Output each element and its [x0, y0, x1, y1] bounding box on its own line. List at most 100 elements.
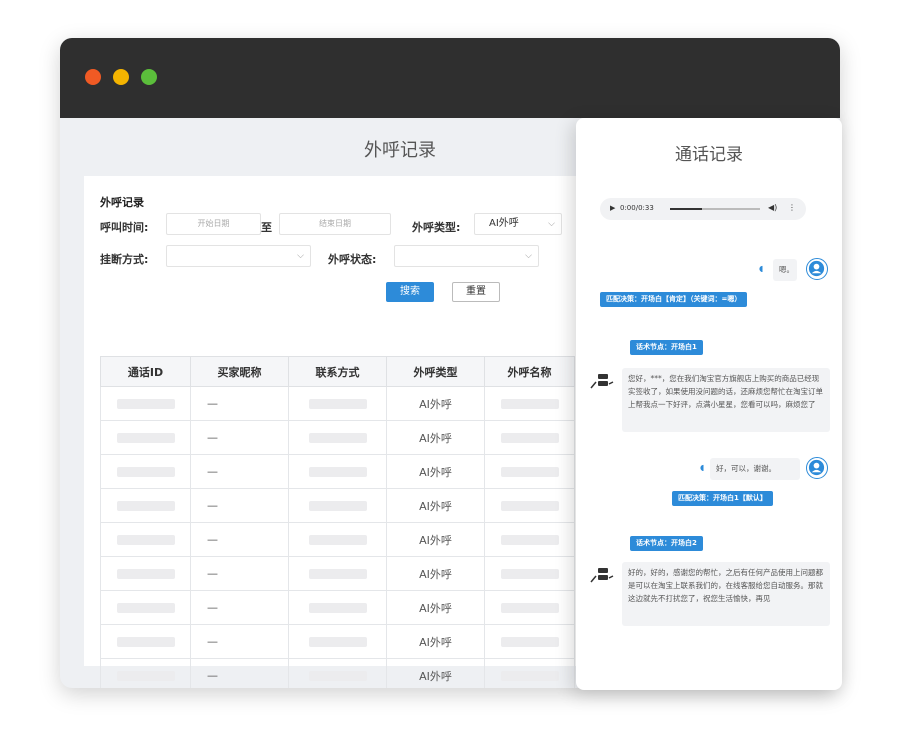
cell-call-name	[484, 624, 575, 659]
call-type-select[interactable]: AI外呼 ⌵	[474, 213, 562, 235]
cell-call-type: AI外呼	[386, 590, 485, 625]
range-separator: 至	[261, 221, 272, 234]
cell-call-name	[484, 556, 575, 591]
audio-progress-fill	[670, 208, 702, 210]
play-icon[interactable]: ▶	[610, 204, 615, 212]
cell-call-id	[100, 658, 191, 688]
cell-call-name	[484, 386, 575, 421]
end-date-placeholder: 结束日期	[319, 219, 351, 228]
column-header-contact[interactable]: 联系方式	[288, 356, 387, 387]
cell-buyer-nickname: —	[190, 420, 289, 455]
table-row[interactable]: — AI外呼	[100, 556, 575, 591]
cell-contact	[288, 590, 387, 625]
close-window-button[interactable]	[85, 69, 101, 85]
cell-call-name	[484, 590, 575, 625]
cell-contact	[288, 386, 387, 421]
table-row[interactable]: — AI外呼	[100, 590, 575, 625]
cell-call-type: AI外呼	[386, 658, 485, 688]
column-header-call-name[interactable]: 外呼名称	[484, 356, 575, 387]
cell-call-type: AI外呼	[386, 454, 485, 489]
cell-contact	[288, 624, 387, 659]
cell-call-id	[100, 522, 191, 557]
hangup-method-label: 挂断方式:	[100, 253, 149, 266]
table-row[interactable]: — AI外呼	[100, 488, 575, 523]
search-button[interactable]: 搜索	[386, 282, 434, 302]
cell-buyer-nickname: —	[190, 454, 289, 489]
cell-call-id	[100, 556, 191, 591]
cell-call-type: AI外呼	[386, 556, 485, 591]
cell-buyer-nickname: —	[190, 556, 289, 591]
audio-time: 0:00/0:33	[620, 204, 654, 212]
table-header-row: 通话ID 买家昵称 联系方式 外呼类型 外呼名称	[100, 356, 575, 387]
call-record-panel: 通话记录 ▶ 0:00/0:33 ◀) ⋮ ◖ 嗯。 匹配决策：开场白【肯定】（…	[576, 118, 842, 690]
user-avatar-icon	[806, 457, 828, 479]
table-row[interactable]: — AI外呼	[100, 420, 575, 455]
cell-buyer-nickname: —	[190, 386, 289, 421]
minimize-window-button[interactable]	[113, 69, 129, 85]
window-titlebar	[60, 38, 840, 118]
filter-section-title: 外呼记录	[100, 196, 144, 209]
cell-contact	[288, 420, 387, 455]
cell-call-type: AI外呼	[386, 386, 485, 421]
cell-call-type: AI外呼	[386, 522, 485, 557]
chevron-down-icon: ⌵	[548, 219, 555, 229]
user-message-2: 好，可以，谢谢。	[710, 458, 800, 480]
audio-player[interactable]: ▶ 0:00/0:33 ◀) ⋮	[600, 198, 806, 220]
cell-contact	[288, 556, 387, 591]
user-message-1: 嗯。	[773, 259, 797, 281]
records-panel: 外呼记录 呼叫时间: 开始日期 至 结束日期 外呼类型: AI外呼 ⌵ 挂断方式…	[84, 176, 604, 688]
table-row[interactable]: — AI外呼	[100, 386, 575, 421]
voice-icon: ◖	[700, 463, 705, 472]
start-date-placeholder: 开始日期	[197, 219, 230, 228]
table-row[interactable]: — AI外呼	[100, 454, 575, 489]
call-status-select[interactable]: ⌵	[394, 245, 539, 267]
user-avatar-icon	[806, 258, 828, 280]
cell-contact	[288, 522, 387, 557]
chevron-down-icon: ⌵	[525, 251, 532, 261]
script-node-tag-2: 话术节点：开场白2	[630, 536, 703, 551]
table-body: — AI外呼 — AI外呼 — AI外呼 — AI外呼 — AI外呼 — AI外呼 — AI外呼 — AI外呼…	[100, 386, 575, 688]
cell-call-type: AI外呼	[386, 624, 485, 659]
cell-call-id	[100, 624, 191, 659]
cell-buyer-nickname: —	[190, 658, 289, 688]
start-date-input[interactable]: 开始日期	[166, 213, 261, 235]
call-type-label: 外呼类型:	[412, 221, 461, 234]
column-header-buyer-nickname[interactable]: 买家昵称	[190, 356, 289, 387]
call-record-title: 通话记录	[675, 145, 743, 165]
cell-call-type: AI外呼	[386, 488, 485, 523]
cell-buyer-nickname: —	[190, 590, 289, 625]
maximize-window-button[interactable]	[141, 69, 157, 85]
bot-message-2: 好的，好的，感谢您的帮忙，之后有任何产品使用上问题都是可以在淘宝上联系我们的，在…	[622, 562, 830, 626]
cell-call-name	[484, 522, 575, 557]
cell-call-id	[100, 386, 191, 421]
call-type-value: AI外呼	[489, 218, 519, 229]
column-header-call-id[interactable]: 通话ID	[100, 356, 191, 387]
cell-call-name	[484, 658, 575, 688]
call-status-label: 外呼状态:	[328, 253, 377, 266]
table-row[interactable]: — AI外呼	[100, 624, 575, 659]
reset-button[interactable]: 重置	[452, 282, 500, 302]
cell-call-name	[484, 420, 575, 455]
robot-icon	[590, 374, 614, 389]
audio-progress-track[interactable]	[670, 208, 760, 210]
match-decision-tag-1: 匹配决策：开场白【肯定】（关键词：=嗯）	[600, 292, 748, 307]
cell-buyer-nickname: —	[190, 488, 289, 523]
more-options-icon[interactable]: ⋮	[788, 203, 796, 212]
volume-icon[interactable]: ◀)	[768, 203, 777, 212]
column-header-call-type[interactable]: 外呼类型	[386, 356, 485, 387]
call-records-table: 通话ID 买家昵称 联系方式 外呼类型 外呼名称 — AI外呼 — AI外呼 — AI外呼…	[100, 356, 575, 688]
table-row[interactable]: — AI外呼	[100, 522, 575, 557]
robot-icon	[590, 568, 614, 583]
cell-buyer-nickname: —	[190, 624, 289, 659]
chevron-down-icon: ⌵	[297, 251, 304, 261]
table-row[interactable]: — AI外呼	[100, 658, 575, 688]
script-node-tag-1: 话术节点：开场白1	[630, 340, 703, 355]
cell-call-name	[484, 454, 575, 489]
end-date-input[interactable]: 结束日期	[279, 213, 391, 235]
cell-call-name	[484, 488, 575, 523]
cell-buyer-nickname: —	[190, 522, 289, 557]
cell-call-id	[100, 454, 191, 489]
cell-contact	[288, 658, 387, 688]
match-decision-tag-2: 匹配决策：开场白1【默认】	[672, 491, 773, 506]
hangup-method-select[interactable]: ⌵	[166, 245, 311, 267]
